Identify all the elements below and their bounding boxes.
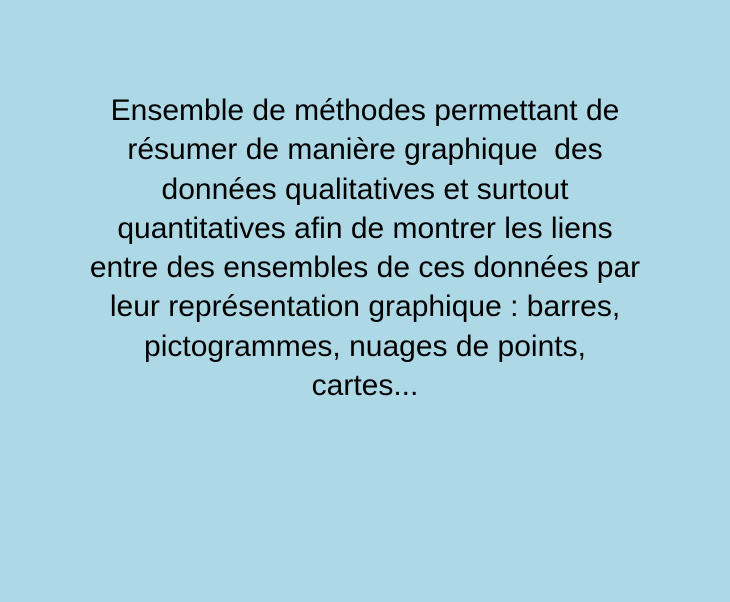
text-line: Ensemble de méthodes permettant de	[110, 94, 620, 127]
text-line: données qualitatives et surtout	[161, 172, 569, 206]
text-line: pictogrammes, nuages de points,	[144, 329, 586, 363]
slide: Ensemble de méthodes permettant de résum…	[0, 0, 730, 602]
text-line: entre des ensembles de ces données par	[89, 251, 641, 285]
definition-text: Ensemble de méthodes permettant de résum…	[0, 91, 730, 405]
text-line: résumer de manière graphique des	[127, 133, 603, 167]
text-line: cartes...	[311, 369, 419, 403]
text-line: quantitatives afin de montrer les liens	[117, 211, 613, 245]
text-line: leur représentation graphique : barres,	[109, 290, 621, 324]
